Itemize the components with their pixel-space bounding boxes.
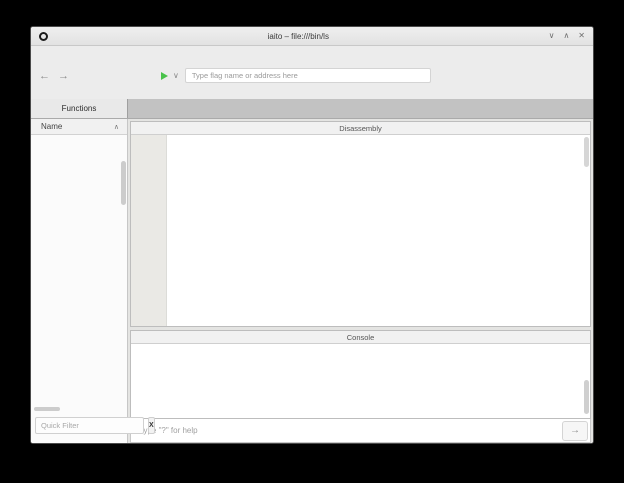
toolbar: ← → ∨ [31,64,593,87]
disassembly-dock: Disassembly [130,121,591,327]
disassembly-dock-title[interactable]: Disassembly [131,122,590,135]
console-dock: Console [130,330,591,419]
minimize-icon[interactable]: ∨ [549,32,555,40]
title-bar[interactable]: iaito – file:///bin/ls ∨ ∧ ✕ [31,27,593,46]
clear-filter-button[interactable]: X [148,417,155,434]
command-row: → [130,419,591,443]
console-dock-title[interactable]: Console [131,331,590,344]
functions-list [31,135,127,405]
memory-map-strip[interactable] [33,89,591,98]
maximize-icon[interactable]: ∧ [563,32,569,40]
play-icon[interactable] [161,72,168,80]
quick-filter-row: X [31,413,127,443]
chevron-down-icon[interactable]: ∨ [173,71,179,80]
functions-sidebar: Name ∧ X [31,119,128,443]
back-icon[interactable]: ← [39,70,50,82]
tab-functions[interactable]: Functions [31,99,128,118]
jump-arrows [131,135,167,326]
disassembly-scrollbar[interactable] [584,137,589,167]
menu-bar [31,46,593,64]
flag-search-input[interactable] [185,68,431,83]
close-icon[interactable]: ✕ [578,32,585,40]
right-column: Disassembly Console → [128,119,593,443]
app-icon [39,32,48,41]
app-window: iaito – file:///bin/ls ∨ ∧ ✕ ← → ∨ Funct… [30,26,594,444]
functions-hscrollbar[interactable] [31,405,127,413]
functions-column-header[interactable]: Name ∧ [31,119,127,135]
jump-arrows-gutter [131,135,167,326]
console-scrollbar[interactable] [584,380,589,414]
disassembly-listing[interactable] [167,135,590,326]
quick-filter-input[interactable] [35,417,144,434]
main-content: Name ∧ X Disassembly [31,119,593,443]
functions-scrollbar[interactable] [121,161,126,205]
window-title: iaito – file:///bin/ls [48,32,549,41]
forward-icon[interactable]: → [58,70,69,82]
console-output[interactable] [131,344,590,418]
sort-ascending-icon: ∧ [114,123,119,131]
send-command-icon[interactable]: → [562,421,588,441]
console-command-input[interactable] [131,419,562,442]
tab-bar: Functions [31,99,593,119]
